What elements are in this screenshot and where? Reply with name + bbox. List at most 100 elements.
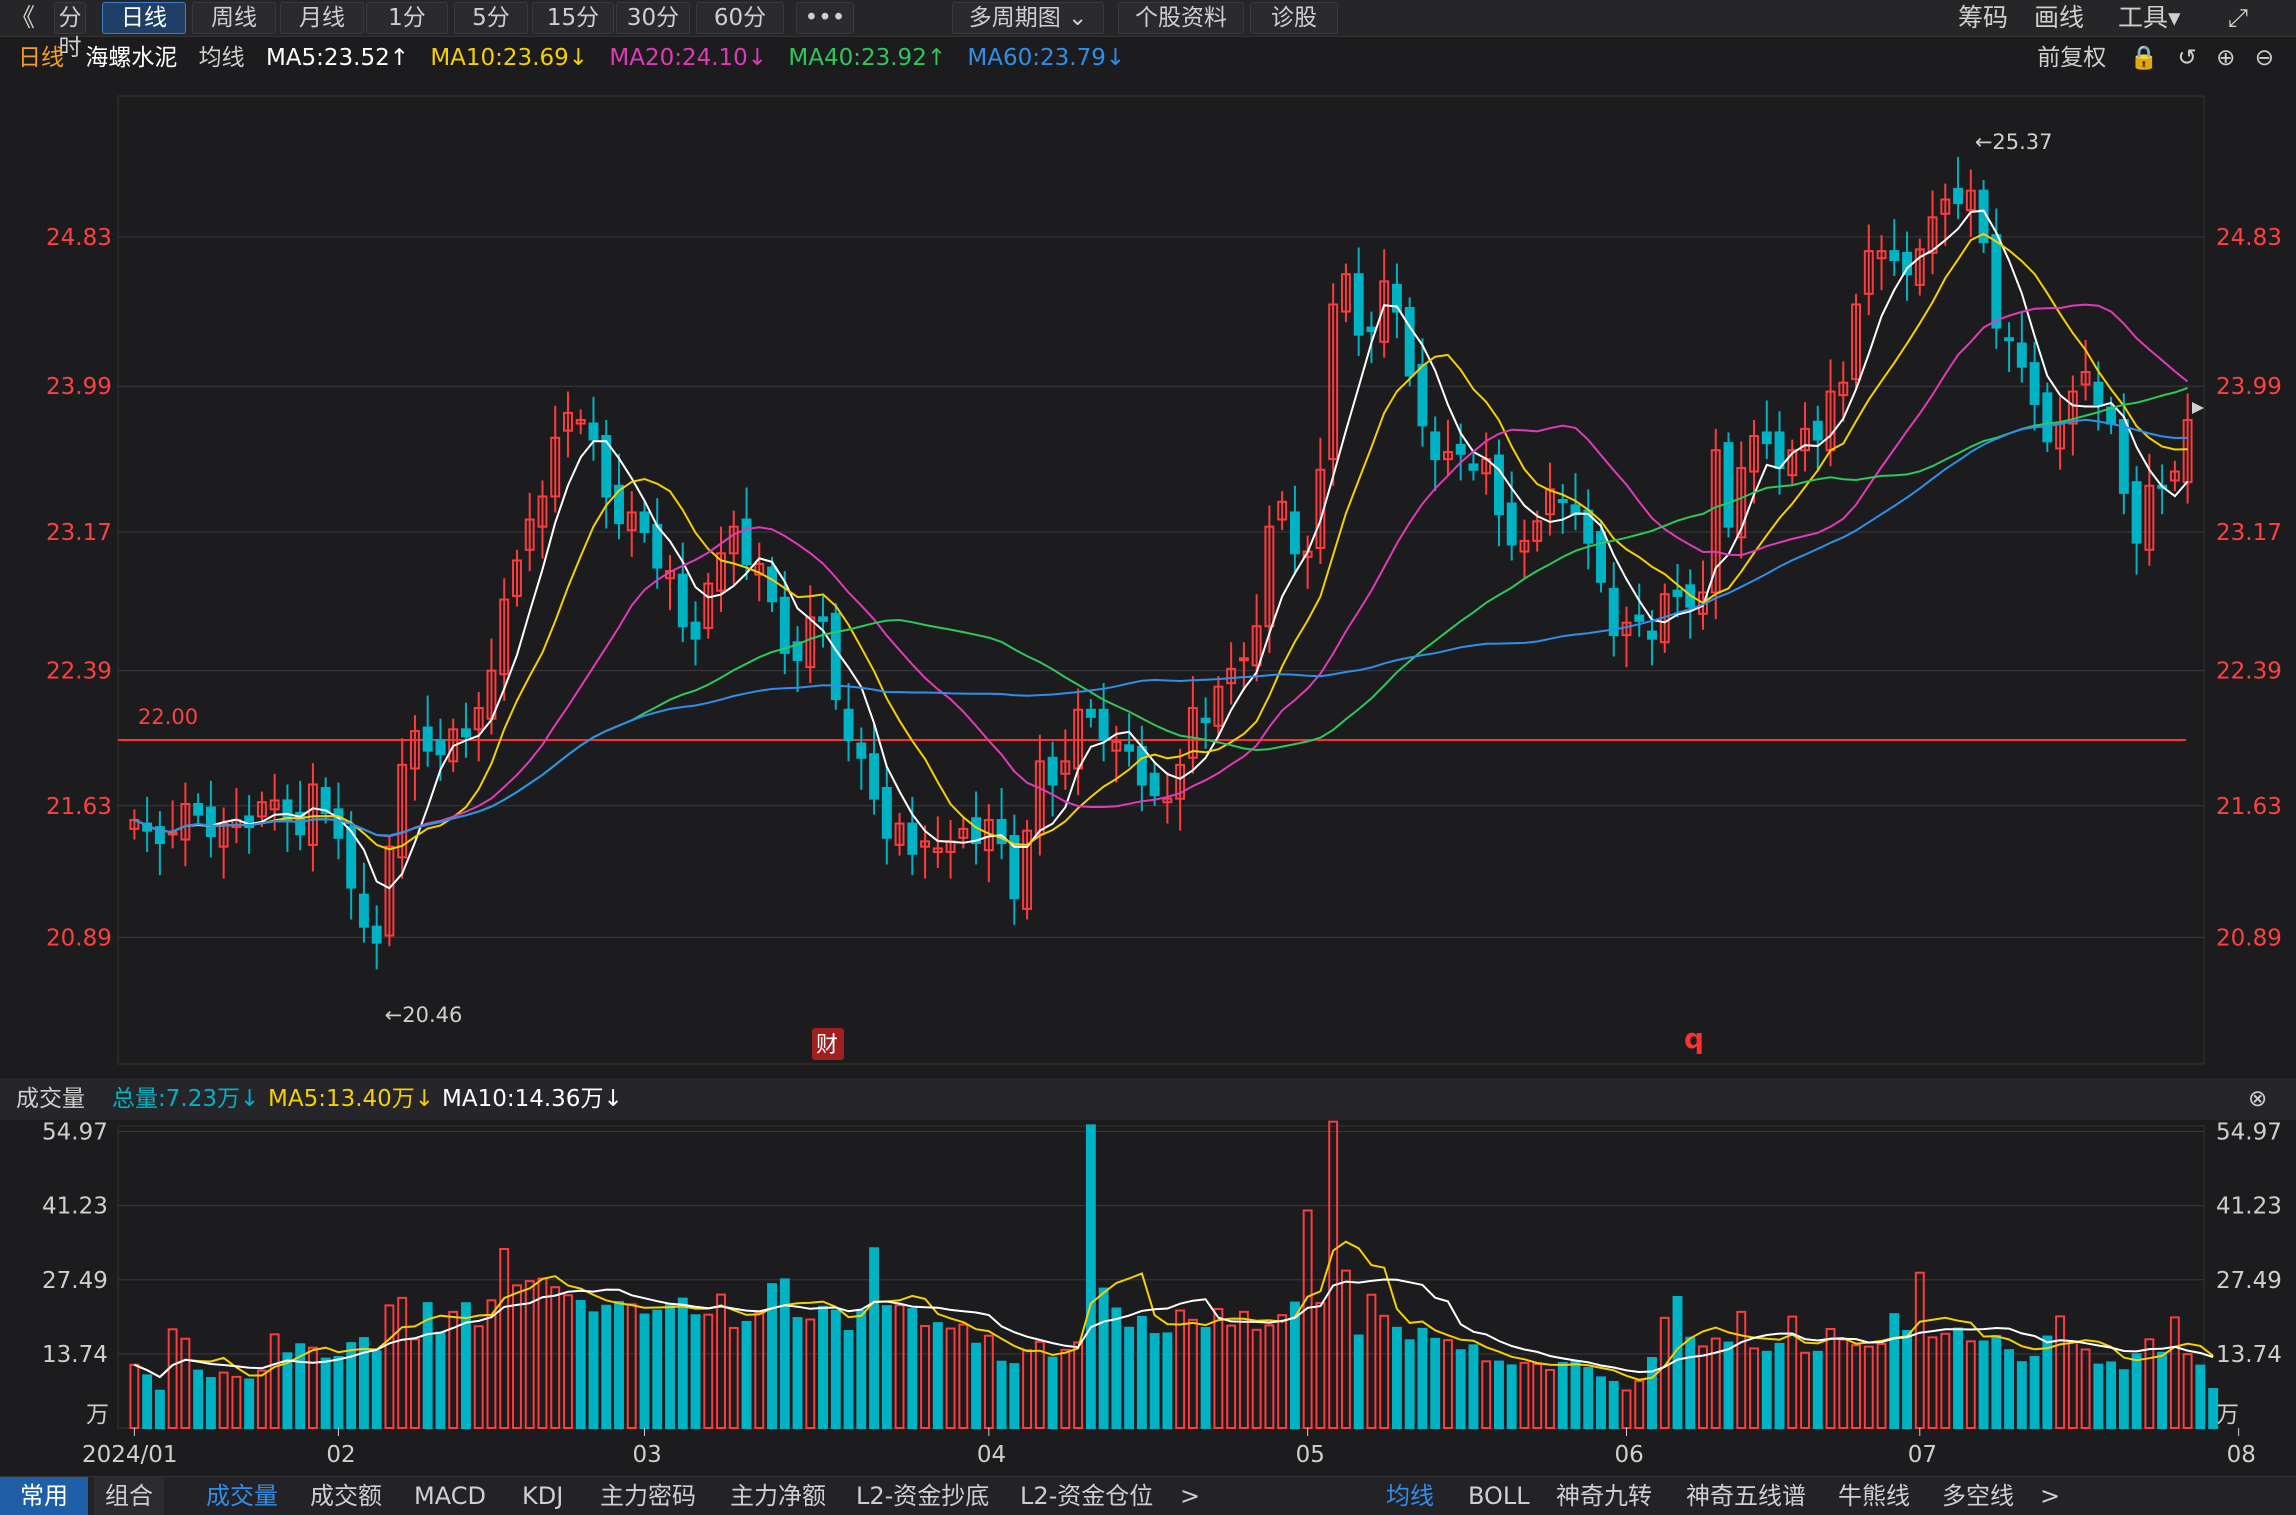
volume-bar [2004, 1349, 2015, 1430]
volume-bar [1647, 1357, 1657, 1429]
volume-bar [1991, 1334, 2002, 1430]
back-icon[interactable]: 《 [10, 0, 35, 36]
fullscreen-icon[interactable]: ⤢ [2228, 0, 2248, 36]
volume-bar [716, 1293, 726, 1429]
candle-body [677, 573, 688, 628]
candle-body [767, 566, 777, 603]
candle-body [1557, 499, 1568, 503]
candle-body [2093, 381, 2104, 405]
draw-line-button[interactable]: 画线 [2034, 0, 2084, 36]
candle-body [2131, 481, 2142, 544]
tab-0[interactable]: 分时 [54, 2, 86, 61]
candle-body [588, 422, 599, 441]
indicator-tab-5[interactable]: 主力净额 [730, 1477, 826, 1515]
hline-label: 22.00 [138, 705, 198, 729]
candle-body [2004, 337, 2015, 342]
candle-body [1761, 431, 1772, 445]
volume-bar [1111, 1307, 1122, 1430]
tab-12[interactable]: 诊股 [1250, 2, 1338, 34]
candle-body [1430, 431, 1441, 461]
tab-10[interactable]: 多周期图 ⌄ [952, 2, 1104, 34]
price-chart[interactable]: 24.83 24.83 23.99 23.99 23.17 23.17 22.39 22.39… [0, 80, 2296, 1080]
vol-tick-left: 54.97 [42, 1120, 108, 1146]
candle-body [1889, 250, 1900, 262]
volume-bar [1800, 1351, 1810, 1429]
candle-body [1149, 772, 1160, 797]
tab-4[interactable]: 1分 [366, 2, 448, 34]
volume-bar [2106, 1361, 2117, 1429]
overlay-tab-1[interactable]: BOLL [1468, 1477, 1530, 1515]
indicator-tab-0[interactable]: 成交量 [206, 1477, 278, 1515]
lock-icon[interactable]: 🔒 [2130, 45, 2159, 71]
volume-bar [397, 1296, 408, 1429]
candle-body [1289, 511, 1300, 555]
tab-6[interactable]: 15分 [532, 2, 614, 34]
tab-2[interactable]: 周线 [192, 2, 276, 34]
volume-bar [231, 1375, 242, 1429]
tab-11[interactable]: 个股资料 [1118, 2, 1244, 34]
volume-bar [1685, 1336, 1696, 1429]
volume-bar [932, 1322, 943, 1430]
volume-bar [2055, 1315, 2066, 1429]
candle-body [1047, 756, 1058, 786]
y-tick-left: 22.39 [46, 659, 112, 685]
tab-3[interactable]: 月线 [280, 2, 364, 34]
tools-button[interactable]: 工具▾ [2118, 0, 2181, 36]
volume-bar [1213, 1308, 1224, 1429]
overlay-tab-2[interactable]: 神奇九转 [1556, 1477, 1652, 1515]
overlay-tab-3[interactable]: 神奇五线谱 [1686, 1477, 1806, 1515]
volume-bar [1455, 1349, 1466, 1429]
tab-8[interactable]: 60分 [696, 2, 784, 34]
candle-body [1494, 454, 1504, 516]
indicator-tab-8[interactable]: > [1180, 1477, 1200, 1515]
zoom-out-icon[interactable]: ⊖ [2255, 45, 2274, 71]
volume-bar [142, 1374, 153, 1430]
zoom-in-icon[interactable]: ⊕ [2216, 45, 2235, 71]
q-marker: q [1684, 1022, 1704, 1055]
tab-1[interactable]: 日线 [102, 2, 186, 34]
volume-bar [2195, 1364, 2206, 1429]
vol-ma5-line [134, 1240, 2214, 1381]
undo-icon[interactable]: ↺ [2178, 45, 2197, 71]
volume-bar [205, 1377, 216, 1429]
volume-bar [881, 1305, 892, 1429]
indicator-tab-4[interactable]: 主力密码 [600, 1477, 696, 1515]
overlay-tab-6[interactable]: > [2040, 1477, 2060, 1515]
indicator-tab-6[interactable]: L2-资金抄底 [856, 1477, 989, 1515]
overlay-tab-0[interactable]: 均线 [1386, 1477, 1434, 1515]
vol-tick-right: 54.97 [2216, 1120, 2282, 1146]
ma-label: 均线 [198, 45, 245, 71]
x-tick-label: 03 [633, 1442, 662, 1468]
tab-9[interactable]: ••• [796, 2, 854, 34]
volume-total: 总量:7.23万↓ [112, 1086, 260, 1112]
chips-button[interactable]: 筹码 [1958, 0, 2008, 36]
tab-common[interactable]: 常用 [0, 1477, 88, 1515]
volume-bar [2208, 1388, 2219, 1429]
volume-chart[interactable]: 54.97 54.97 41.23 41.23 27.49 27.49 13.74 13.74… [0, 1120, 2296, 1476]
indicator-tab-7[interactable]: L2-资金仓位 [1020, 1477, 1153, 1515]
volume-bar [1481, 1360, 1492, 1429]
volume-bar [371, 1350, 382, 1429]
adjust-mode[interactable]: 前复权 [2037, 45, 2106, 71]
ma5-value: MA5:23.52↑ [265, 45, 410, 71]
x-tick-label: 02 [326, 1442, 355, 1468]
volume-bar [1863, 1345, 1874, 1429]
vol-unit-left: 万 [86, 1402, 109, 1428]
overlay-tab-5[interactable]: 多空线 [1942, 1477, 2014, 1515]
y-tick-left: 23.17 [46, 520, 112, 546]
volume-bar [256, 1369, 267, 1429]
tab-7[interactable]: 30分 [616, 2, 690, 34]
indicator-tab-3[interactable]: KDJ [522, 1477, 563, 1515]
indicator-tab-1[interactable]: 成交额 [310, 1477, 382, 1515]
close-icon[interactable]: ⊗ [2248, 1078, 2267, 1120]
indicator-tab-2[interactable]: MACD [414, 1477, 486, 1515]
ma40-value: MA40:23.92↑ [788, 45, 947, 71]
tab-combo[interactable]: 组合 [94, 1477, 164, 1515]
tab-5[interactable]: 5分 [454, 2, 528, 34]
candle-body [1953, 187, 1964, 205]
y-tick-right: 22.39 [2216, 659, 2282, 685]
volume-bar [1889, 1313, 1900, 1429]
overlay-tab-4[interactable]: 牛熊线 [1838, 1477, 1910, 1515]
volume-bar [154, 1389, 165, 1429]
top-toolbar: 《分时 日线 周线 月线 1分 5分 15分 30分 60分 ••• 多周期图 ⌄ 个股资料 诊股 筹码… [0, 0, 2296, 61]
